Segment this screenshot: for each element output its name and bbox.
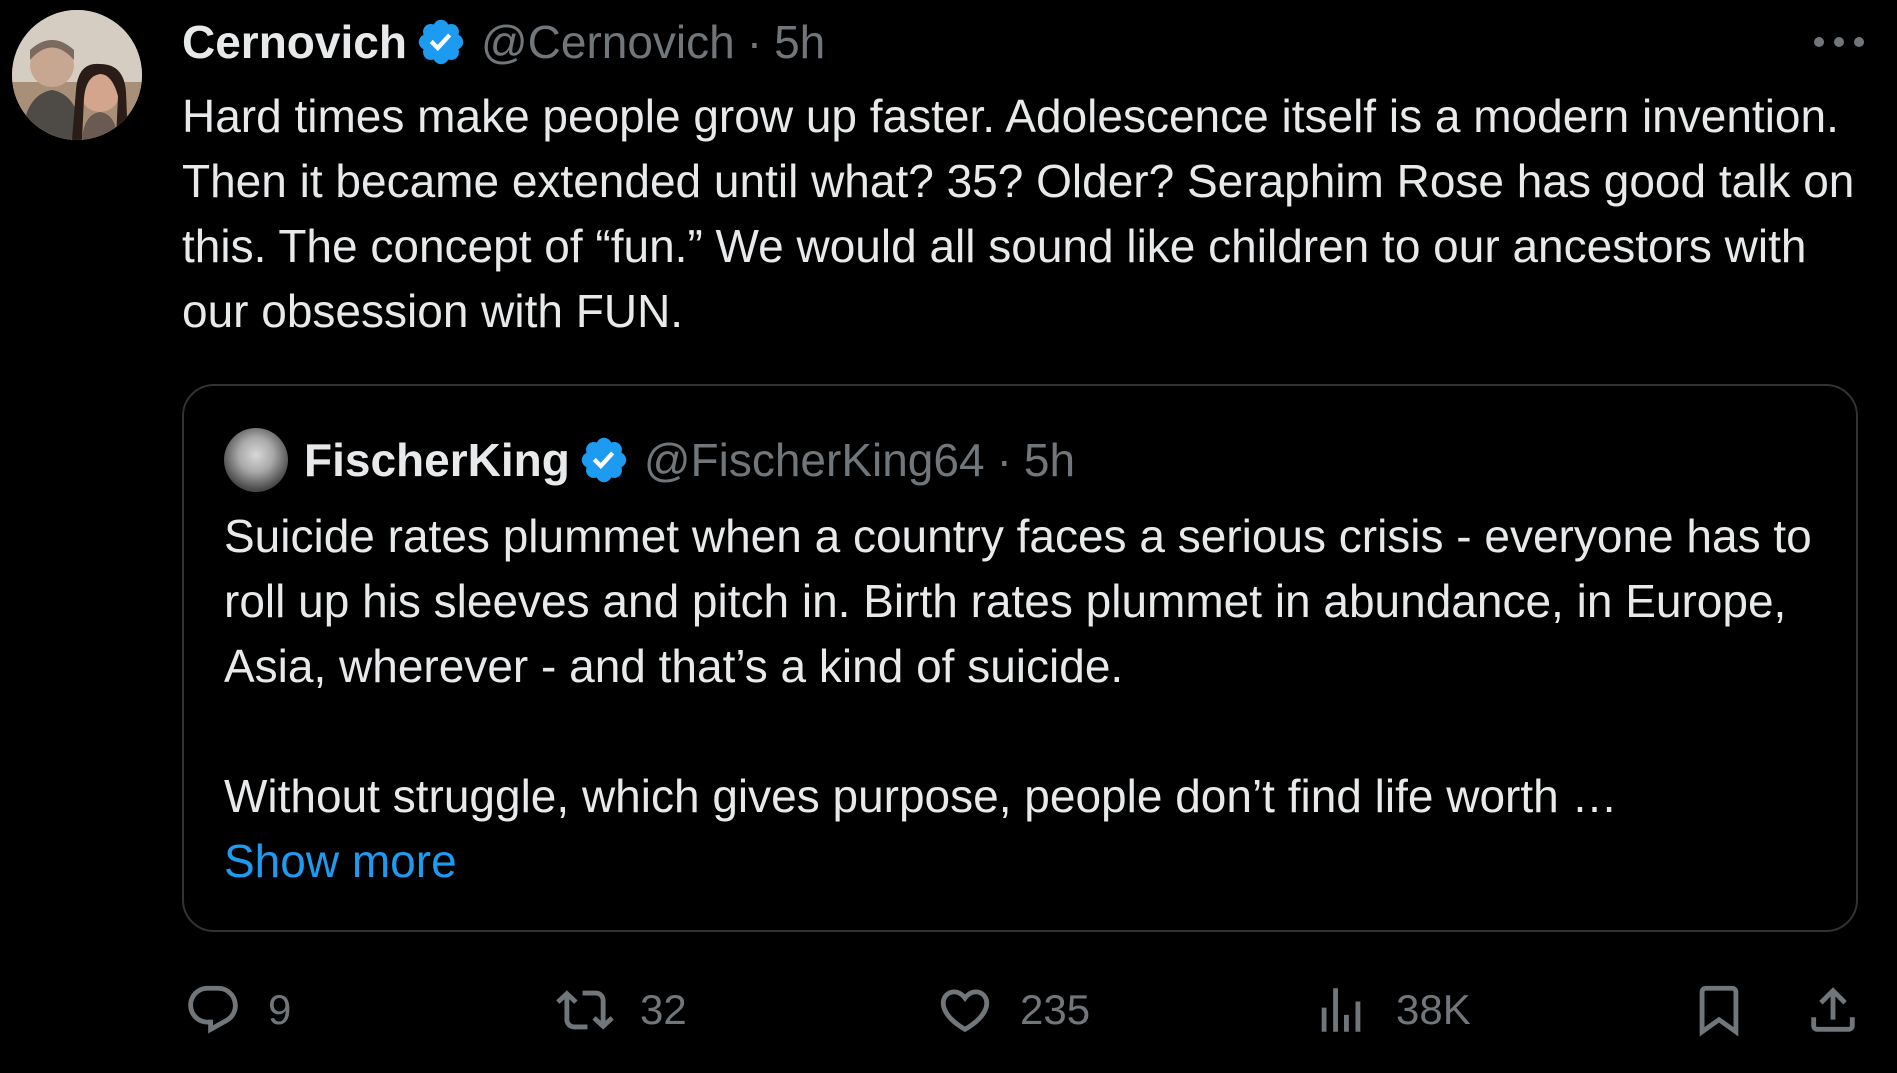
tweet-action-bar: 9 32 235 38K	[0, 975, 1897, 1045]
quoted-tweet-text: Suicide rates plummet when a country fac…	[224, 504, 1834, 894]
share-icon	[1811, 987, 1855, 1032]
author-display-name[interactable]: Cernovich	[182, 15, 407, 69]
quoted-paragraph-1: Suicide rates plummet when a country fac…	[224, 510, 1812, 692]
show-more-link[interactable]: Show more	[224, 829, 1834, 894]
quoted-tweet[interactable]: FischerKing @FischerKing64 · 5h Suicide …	[182, 384, 1858, 932]
like-count: 235	[1020, 986, 1091, 1033]
views-count: 38K	[1396, 986, 1471, 1033]
quoted-author-display-name: FischerKing	[304, 434, 570, 486]
author-handle[interactable]: @Cernovich	[481, 15, 735, 69]
tweet-text: Hard times make people grow up faster. A…	[182, 90, 1855, 337]
share-button[interactable]	[1804, 975, 1862, 1045]
separator-dot: ·	[746, 16, 763, 68]
quoted-author-handle: @FischerKing64	[643, 434, 985, 486]
repost-count: 32	[640, 986, 687, 1033]
reply-button[interactable]: 9	[184, 975, 291, 1045]
like-icon	[940, 989, 990, 1033]
avatar-photo	[12, 10, 142, 140]
verified-badge-icon	[415, 16, 467, 68]
more-icon	[1814, 37, 1864, 47]
repost-button[interactable]: 32	[556, 975, 687, 1045]
reply-count: 9	[268, 986, 292, 1033]
separator-dot: ·	[996, 434, 1012, 486]
quoted-paragraph-2: Without struggle, which gives purpose, p…	[224, 770, 1618, 822]
quoted-tweet-timestamp: 5h	[1023, 434, 1076, 486]
bookmark-icon	[1699, 985, 1739, 1037]
reply-icon	[188, 985, 238, 1034]
views-icon	[1321, 988, 1361, 1032]
bookmark-button[interactable]	[1690, 975, 1748, 1045]
like-button[interactable]: 235	[936, 975, 1090, 1045]
views-button[interactable]: 38K	[1312, 975, 1471, 1045]
repost-icon	[556, 990, 614, 1030]
more-options-button[interactable]	[1809, 22, 1869, 62]
tweet-header: Cernovich @Cernovich · 5h	[182, 14, 825, 70]
quoted-author-avatar	[224, 428, 288, 492]
verified-badge-icon	[578, 434, 630, 486]
author-avatar[interactable]	[12, 10, 142, 140]
quoted-tweet-header: FischerKing @FischerKing64 · 5h	[224, 426, 1075, 494]
tweet-timestamp[interactable]: 5h	[774, 15, 825, 69]
